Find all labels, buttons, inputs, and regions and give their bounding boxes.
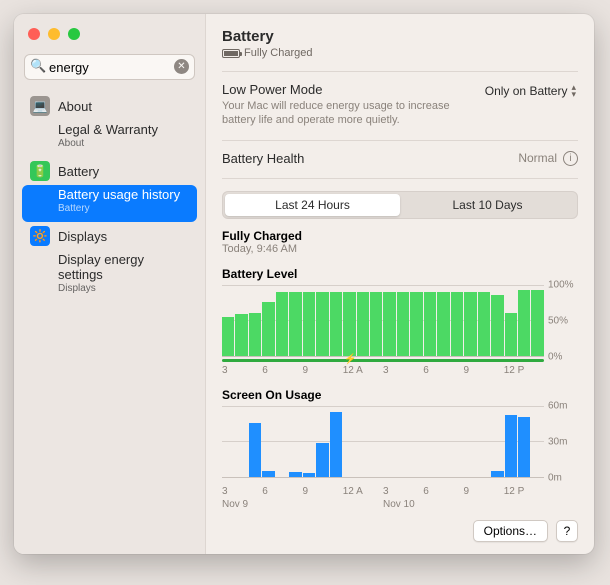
battery-x-axis: 36912 A36912 P <box>222 365 578 376</box>
tab-last-24h[interactable]: Last 24 Hours <box>225 194 400 216</box>
sidebar-sub-cap: About <box>58 138 189 149</box>
sidebar: 🔍 ✕ 💻 About Legal & Warranty About 🔋 Bat… <box>14 14 206 554</box>
history-section: Last 24 Hours Last 10 Days Fully Charged… <box>222 178 578 510</box>
page-header: Battery Fully Charged <box>222 28 578 59</box>
sidebar-item-about[interactable]: 💻 About <box>22 92 197 120</box>
low-power-value: Only on Battery <box>485 84 568 98</box>
battery-health-value: Normal <box>518 151 557 165</box>
battery-status-text: Fully Charged <box>244 47 312 59</box>
sidebar-item-label: Displays <box>58 229 107 244</box>
usage-y-axis: 60m 30m 0m <box>544 406 578 478</box>
info-icon[interactable]: i <box>563 151 578 166</box>
battery-health-section: Battery Health Normal i <box>222 140 578 166</box>
minimize-icon[interactable] <box>48 28 60 40</box>
sidebar-item-label: About <box>58 99 92 114</box>
charging-strip <box>222 359 544 362</box>
day-labels: Nov 9Nov 10 <box>222 499 578 510</box>
sidebar-sub-legal[interactable]: Legal & Warranty About <box>22 120 197 157</box>
page-subtitle: Fully Charged <box>222 47 578 59</box>
close-icon[interactable] <box>28 28 40 40</box>
help-button[interactable]: ? <box>556 520 578 542</box>
low-power-popup[interactable]: Only on Battery ▴▾ <box>483 82 578 100</box>
battery-glyph-icon <box>222 49 240 58</box>
tab-last-10d[interactable]: Last 10 Days <box>400 194 575 216</box>
content-pane: Battery Fully Charged Low Power Mode You… <box>206 14 594 554</box>
battery-health-title: Battery Health <box>222 151 304 166</box>
time-range-segmented: Last 24 Hours Last 10 Days <box>222 191 578 219</box>
battery-level-chart: ⚡ 100% 50% 0% <box>222 285 578 357</box>
about-icon: 💻 <box>30 96 50 116</box>
low-power-desc: Your Mac will reduce energy usage to inc… <box>222 99 452 128</box>
chevron-updown-icon: ▴▾ <box>571 84 576 98</box>
clear-search-icon[interactable]: ✕ <box>174 59 189 74</box>
sidebar-sub-label: Display energy settings <box>58 252 144 282</box>
low-power-section: Low Power Mode Your Mac will reduce ener… <box>222 71 578 128</box>
options-button[interactable]: Options… <box>473 520 548 542</box>
window-controls <box>14 14 205 54</box>
sidebar-sub-label: Battery usage history <box>58 187 180 202</box>
zoom-icon[interactable] <box>68 28 80 40</box>
screen-usage-title: Screen On Usage <box>222 388 578 402</box>
displays-icon: 🔆 <box>30 226 50 246</box>
settings-window: 🔍 ✕ 💻 About Legal & Warranty About 🔋 Bat… <box>14 14 594 554</box>
sidebar-sub-battery-history[interactable]: Battery usage history Battery <box>22 185 197 222</box>
sidebar-sub-display-energy[interactable]: Display energy settings Displays <box>22 250 197 302</box>
screen-usage-chart: 60m 30m 0m <box>222 406 578 478</box>
search-container: 🔍 ✕ <box>14 54 205 90</box>
charge-status-time: Today, 9:46 AM <box>222 243 578 255</box>
charge-status-title: Fully Charged <box>222 229 578 243</box>
sidebar-sub-label: Legal & Warranty <box>58 122 158 137</box>
bolt-icon: ⚡ <box>344 354 356 365</box>
low-power-title: Low Power Mode <box>222 82 452 97</box>
page-title: Battery <box>222 28 578 45</box>
usage-x-axis: 36912 A36912 P <box>222 486 578 497</box>
sidebar-sub-cap: Displays <box>58 283 189 294</box>
footer: Options… ? <box>222 512 578 542</box>
sidebar-item-displays[interactable]: 🔆 Displays <box>22 222 197 250</box>
search-input[interactable] <box>24 54 195 80</box>
search-icon: 🔍 <box>30 58 46 74</box>
battery-y-axis: 100% 50% 0% <box>544 285 578 357</box>
sidebar-item-battery[interactable]: 🔋 Battery <box>22 157 197 185</box>
sidebar-item-label: Battery <box>58 164 99 179</box>
battery-icon: 🔋 <box>30 161 50 181</box>
sidebar-sub-cap: Battery <box>58 203 189 214</box>
nav-list: 💻 About Legal & Warranty About 🔋 Battery… <box>14 90 205 304</box>
battery-level-title: Battery Level <box>222 267 578 281</box>
